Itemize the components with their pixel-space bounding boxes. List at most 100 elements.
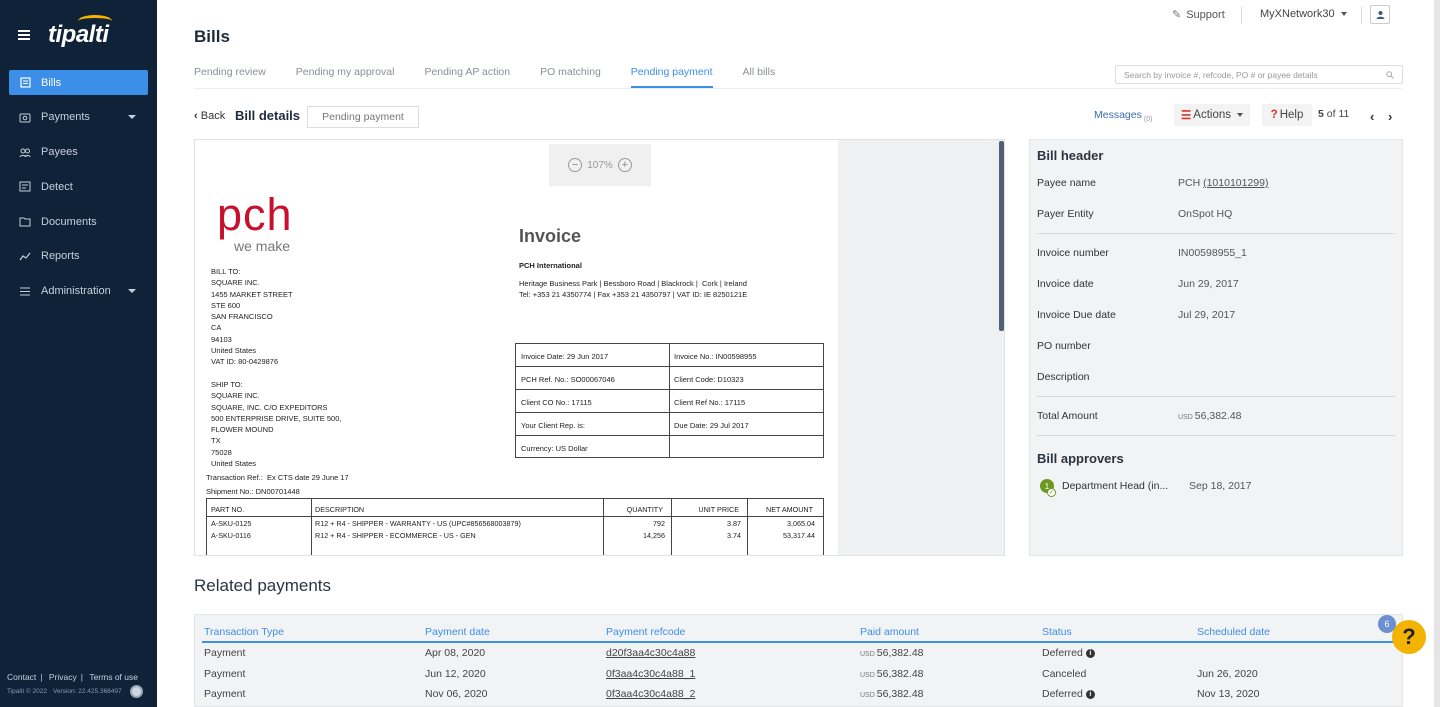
column-header-payment-date[interactable]: Payment date: [425, 626, 490, 638]
chevron-down-icon: [1237, 113, 1244, 117]
table-cell: 3,065.04: [787, 519, 815, 528]
pager-current: 5: [1318, 108, 1324, 120]
zoom-out-icon[interactable]: −: [568, 158, 583, 172]
next-bill-button[interactable]: ›: [1388, 109, 1392, 124]
status-cell: Deferred i: [1042, 688, 1095, 700]
table-cell: 53,317.44: [783, 531, 815, 540]
table-cell: 792: [653, 519, 665, 528]
user-menu-button[interactable]: [1370, 5, 1390, 24]
topbar: ✎ Support MyXNetwork30: [157, 0, 1440, 30]
zoom-in-icon[interactable]: +: [617, 158, 632, 172]
payment-refcode-link[interactable]: 0f3aa4c30c4a88_2: [606, 688, 695, 700]
topbar-divider: [1241, 6, 1242, 24]
column-header-scheduled-date[interactable]: Scheduled date: [1197, 626, 1270, 638]
column-header-paid-amount[interactable]: Paid amount: [860, 626, 919, 638]
chevron-left-icon: ‹: [194, 110, 198, 122]
sidebar-item-label: Administration: [41, 285, 111, 298]
due-date-cell: Due Date: 29 Jul 2017: [674, 421, 749, 430]
payer-entity-label: Payer Entity: [1037, 208, 1094, 220]
related-payments-title: Related payments: [194, 576, 332, 595]
search-icon: [1386, 70, 1394, 79]
viewer-scrollbar[interactable]: [999, 141, 1004, 331]
sidebar-item-payees[interactable]: Payees: [9, 140, 148, 165]
shipment-no: Shipment No.: DN00701448: [206, 487, 300, 496]
question-icon: ?: [1270, 109, 1278, 121]
logo-arc: [78, 15, 112, 27]
sidebar-item-payments[interactable]: Payments: [9, 105, 148, 130]
client-rep-cell: Your Client Rep. is:: [521, 421, 585, 430]
sidebar-item-administration[interactable]: Administration: [9, 279, 148, 304]
messages-label: Messages: [1094, 109, 1142, 121]
terms-link[interactable]: Terms of use: [89, 672, 138, 682]
search-input[interactable]: Search by invoice #, refcode, PO # or pa…: [1115, 65, 1403, 84]
check-icon: ✓: [1047, 488, 1056, 497]
status-text: Deferred: [1042, 647, 1083, 659]
chevron-down-icon: [128, 288, 136, 293]
panel-divider: [1037, 233, 1395, 234]
reports-icon: [19, 250, 31, 262]
contact-link[interactable]: Contact: [7, 672, 36, 682]
panel-divider: [1037, 396, 1395, 397]
pager-total: of 11: [1326, 108, 1350, 120]
messages-link[interactable]: Messages (0): [1094, 109, 1152, 123]
sidebar-item-detect[interactable]: Detect: [9, 174, 148, 199]
wrench-icon: ✎: [1172, 9, 1182, 21]
tab-pending-payment[interactable]: Pending payment: [630, 66, 713, 88]
invoice-title: Invoice: [519, 226, 582, 246]
network-dropdown[interactable]: MyXNetwork30: [1260, 8, 1347, 20]
bill-approvers-title: Bill approvers: [1037, 451, 1124, 466]
info-icon[interactable]: i: [1085, 648, 1095, 658]
payment-refcode-link[interactable]: d20f3aa4c30c4a88: [606, 647, 695, 659]
column-header-payment-refcode[interactable]: Payment refcode: [606, 626, 685, 638]
payee-name: PCH: [1178, 177, 1201, 189]
table-divider: [207, 516, 823, 517]
invoice-viewer: − 107% + pch we make BILL TO: SQUARE INC…: [194, 139, 1005, 556]
privacy-link[interactable]: Privacy: [49, 672, 77, 682]
sidebar-item-documents[interactable]: Documents: [9, 209, 148, 234]
payee-id-link[interactable]: (1010101299): [1203, 177, 1268, 189]
payments-icon: [19, 111, 31, 123]
info-icon[interactable]: i: [1085, 689, 1095, 699]
topbar-divider: [1361, 6, 1362, 24]
invoice-due-value: Jul 29, 2017: [1178, 309, 1236, 321]
column-header-status[interactable]: Status: [1042, 626, 1072, 638]
client-code-cell: Client Code: D10323: [674, 375, 744, 384]
tab-pending-my-approval[interactable]: Pending my approval: [296, 66, 395, 88]
help-button[interactable]: ? Help: [1262, 104, 1312, 126]
column-header: PART NO.: [211, 505, 245, 514]
table-divider: [603, 499, 604, 555]
tab-pending-ap-action[interactable]: Pending AP action: [424, 66, 510, 88]
viewer-background: [838, 140, 1004, 555]
help-fab-button[interactable]: ?: [1392, 620, 1426, 654]
box-divider: [516, 366, 823, 367]
detect-icon: [19, 181, 31, 193]
search-placeholder: Search by invoice #, refcode, PO # or pa…: [1124, 69, 1318, 80]
back-button[interactable]: ‹ Back: [194, 110, 225, 122]
chevron-down-icon: [128, 114, 136, 119]
tab-pending-review[interactable]: Pending review: [194, 66, 266, 88]
column-header-transaction-type[interactable]: Transaction Type: [204, 626, 284, 638]
page-scrollbar[interactable]: [1434, 0, 1440, 707]
pager: 5 of 11: [1318, 108, 1349, 120]
table-cell: A-SKU-0116: [211, 531, 251, 540]
prev-bill-button[interactable]: ‹: [1370, 109, 1374, 124]
bill-header-panel: Bill header Payee name PCH (1010101299) …: [1029, 139, 1403, 556]
sidebar-item-reports[interactable]: Reports: [9, 244, 148, 269]
messages-count: (0): [1143, 116, 1153, 124]
menu-icon[interactable]: [18, 30, 30, 40]
support-link[interactable]: ✎ Support: [1172, 8, 1225, 22]
globe-icon[interactable]: [129, 685, 143, 698]
tab-po-matching[interactable]: PO matching: [540, 66, 601, 88]
sidebar-item-bills[interactable]: Bills: [9, 70, 148, 95]
help-label: Help: [1279, 109, 1304, 121]
payment-refcode-link[interactable]: 0f3aa4c30c4a88_1: [606, 668, 695, 680]
tab-all-bills[interactable]: All bills: [743, 66, 776, 88]
currency-code: USD: [1178, 414, 1193, 421]
status-badge: Pending payment: [307, 106, 419, 128]
tipalti-logo[interactable]: tipalti: [48, 15, 112, 49]
actions-button[interactable]: ☰ Actions: [1174, 104, 1250, 126]
invoice-no-cell: Invoice No.: IN00598955: [674, 352, 757, 361]
transaction-ref: Transaction Ref.: Ex CTS date 29 June 17: [206, 473, 349, 482]
paid-amount: 56,382.48: [876, 668, 924, 680]
pch-logo: pch: [217, 189, 293, 240]
